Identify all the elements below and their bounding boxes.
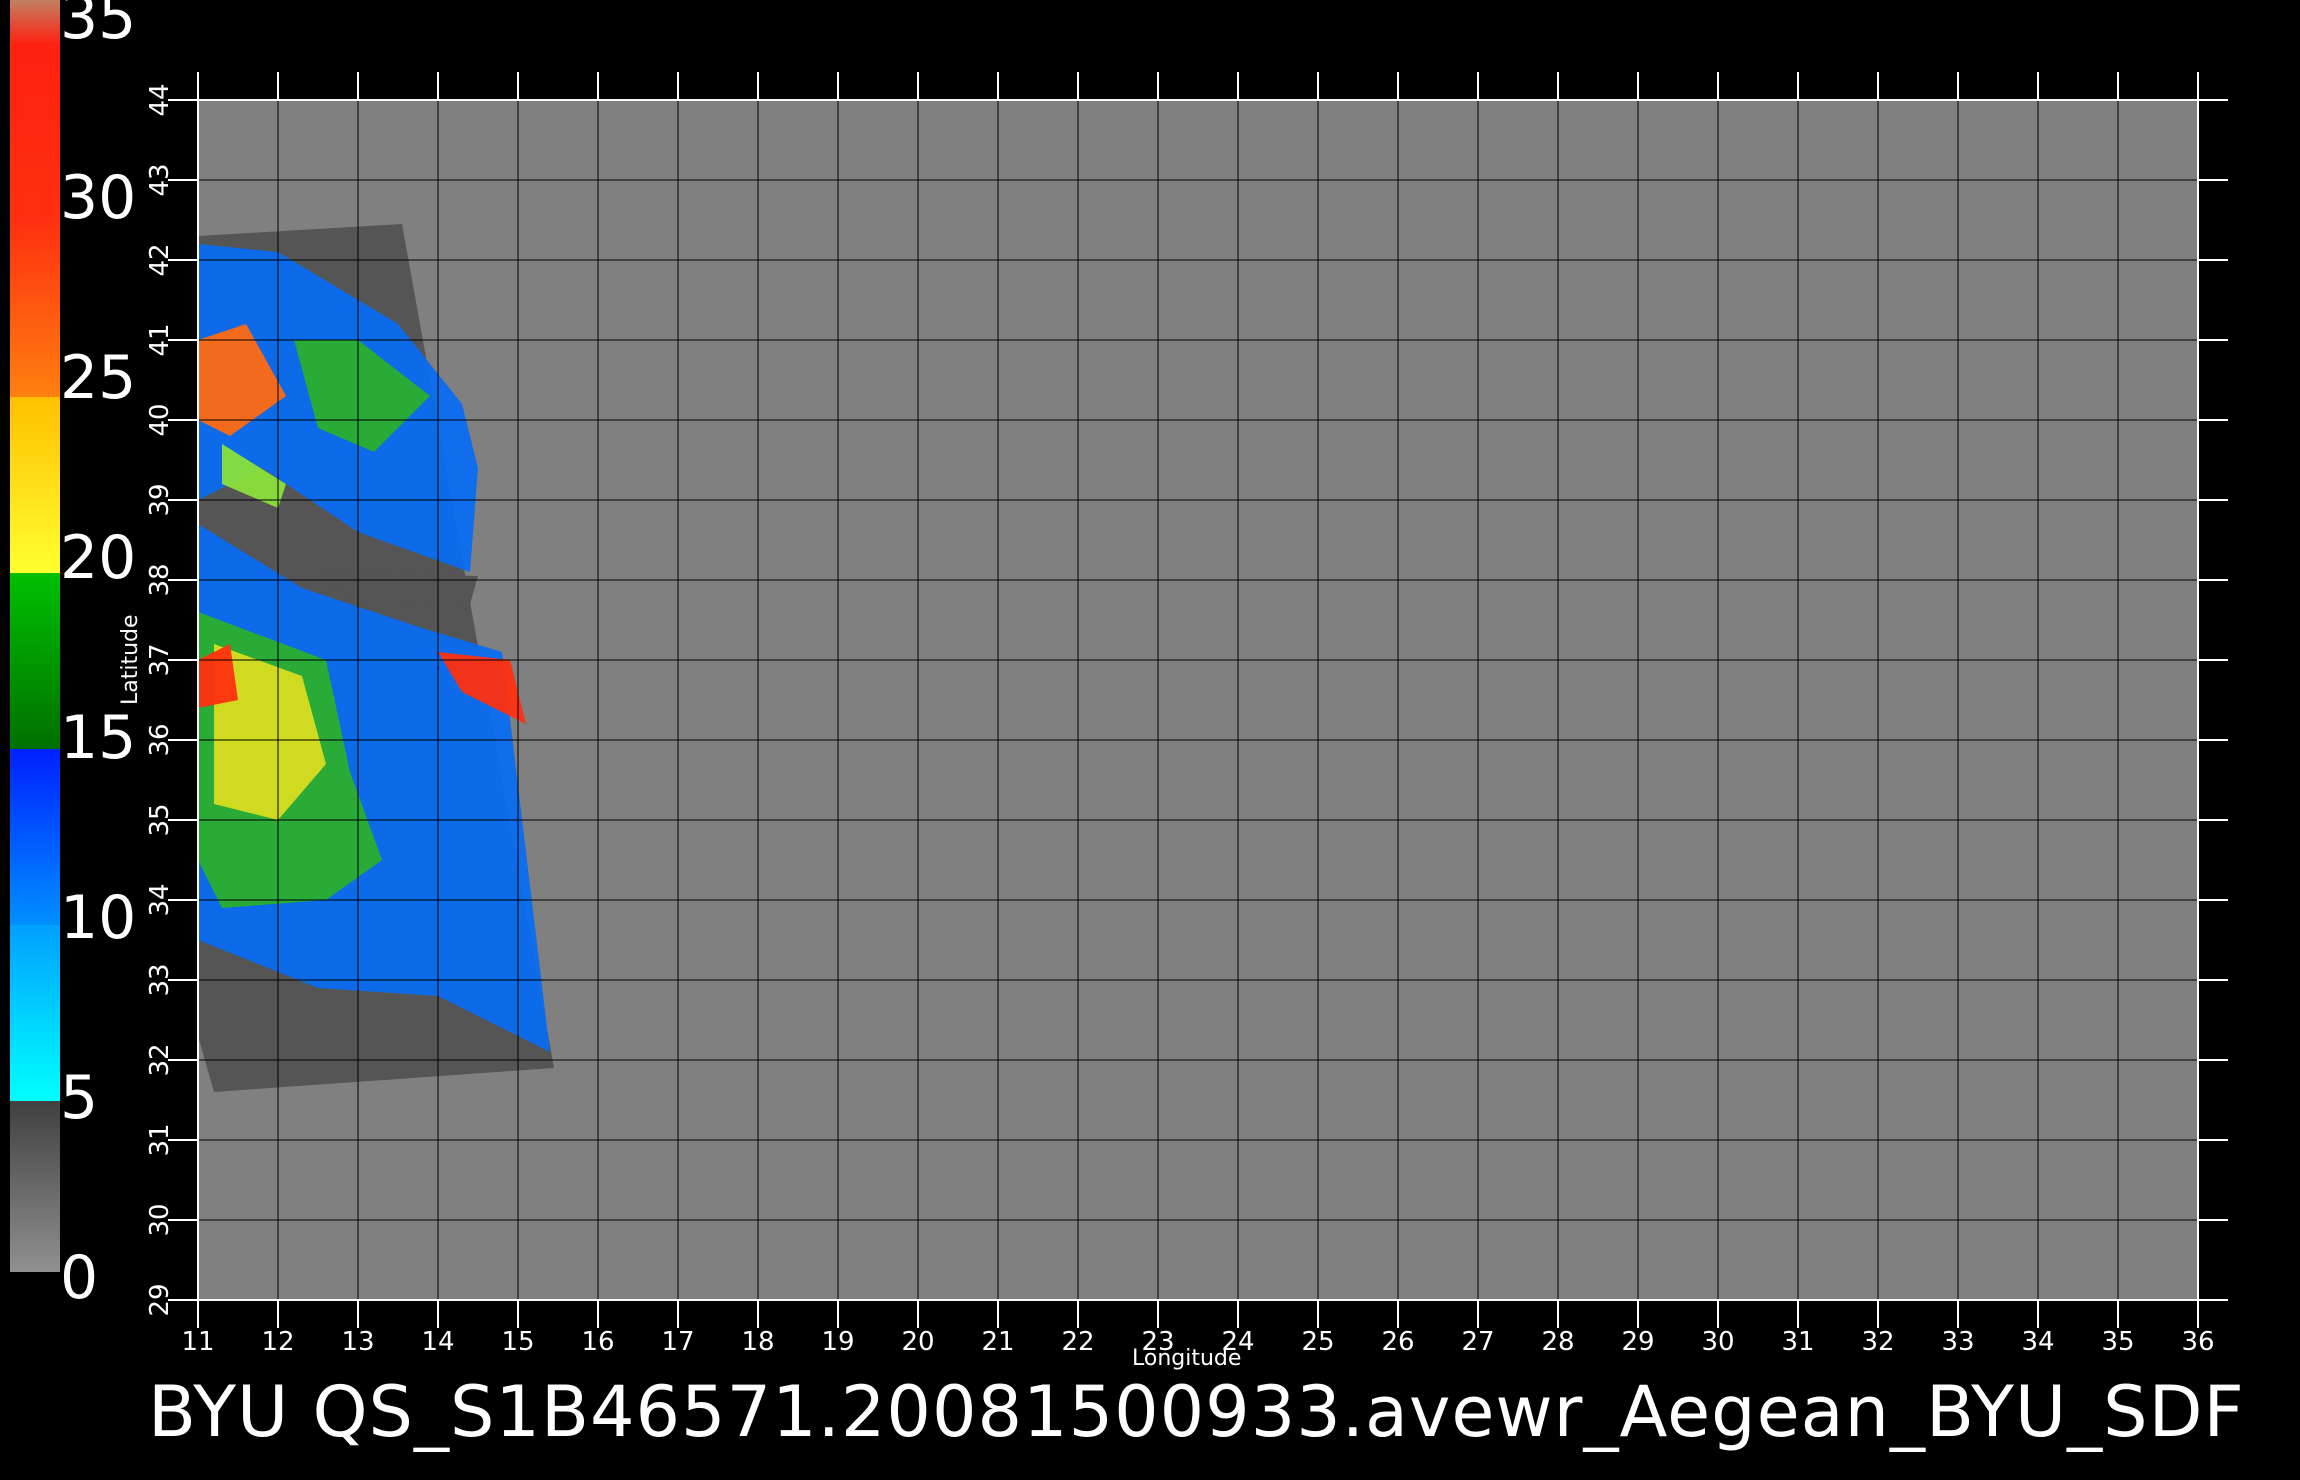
x-tick-label: 19 [821, 1327, 854, 1357]
y-tick-label: 34 [145, 883, 175, 916]
x-tick-label: 11 [181, 1327, 214, 1357]
x-tick-label: 14 [421, 1327, 454, 1357]
x-tick-label: 17 [661, 1327, 694, 1357]
x-tick-label: 34 [2021, 1327, 2054, 1357]
x-tick-label: 18 [741, 1327, 774, 1357]
y-tick-label: 42 [145, 243, 175, 276]
product-title: BYU QS_S1B46571.20081500933.avewr_Aegean… [148, 1372, 2245, 1452]
y-tick-label: 44 [145, 83, 175, 116]
x-axis-label: Longitude [1132, 1346, 1242, 1371]
y-tick-label: 40 [145, 403, 175, 436]
y-tick-label: 33 [145, 963, 175, 996]
y-tick-label: 32 [145, 1043, 175, 1076]
x-tick-label: 13 [341, 1327, 374, 1357]
x-tick-label: 30 [1701, 1327, 1734, 1357]
x-tick-label: 33 [1941, 1327, 1974, 1357]
x-tick-label: 21 [981, 1327, 1014, 1357]
x-tick-label: 26 [1381, 1327, 1414, 1357]
x-tick-label: 20 [901, 1327, 934, 1357]
y-tick-label: 36 [145, 723, 175, 756]
x-tick-label: 28 [1541, 1327, 1574, 1357]
y-tick-label: 31 [145, 1123, 175, 1156]
y-tick-label: 29 [145, 1283, 175, 1316]
x-tick-label: 16 [581, 1327, 614, 1357]
x-tick-label: 31 [1781, 1327, 1814, 1357]
x-tick-label: 29 [1621, 1327, 1654, 1357]
wind-map: 11 12 13 14 15 16 17 18 19 20 21 22 23 24 25 26 27 28 29 30… [145, 72, 2228, 1357]
y-tick-label: 35 [145, 803, 175, 836]
x-tick-label: 36 [2181, 1327, 2214, 1357]
x-tick-label: 27 [1461, 1327, 1494, 1357]
y-tick-label: 37 [145, 643, 175, 676]
x-tick-label: 12 [261, 1327, 294, 1357]
x-tick-label: 25 [1301, 1327, 1334, 1357]
y-tick-label: 41 [145, 323, 175, 356]
y-tick-label: 30 [145, 1203, 175, 1236]
x-tick-label: 32 [1861, 1327, 1894, 1357]
y-axis-label: Latitude [118, 614, 143, 705]
x-tick-label: 35 [2101, 1327, 2134, 1357]
y-tick-label: 43 [145, 163, 175, 196]
x-tick-label: 15 [501, 1327, 534, 1357]
y-tick-label: 39 [145, 483, 175, 516]
x-tick-label: 22 [1061, 1327, 1094, 1357]
y-tick-label: 38 [145, 563, 175, 596]
